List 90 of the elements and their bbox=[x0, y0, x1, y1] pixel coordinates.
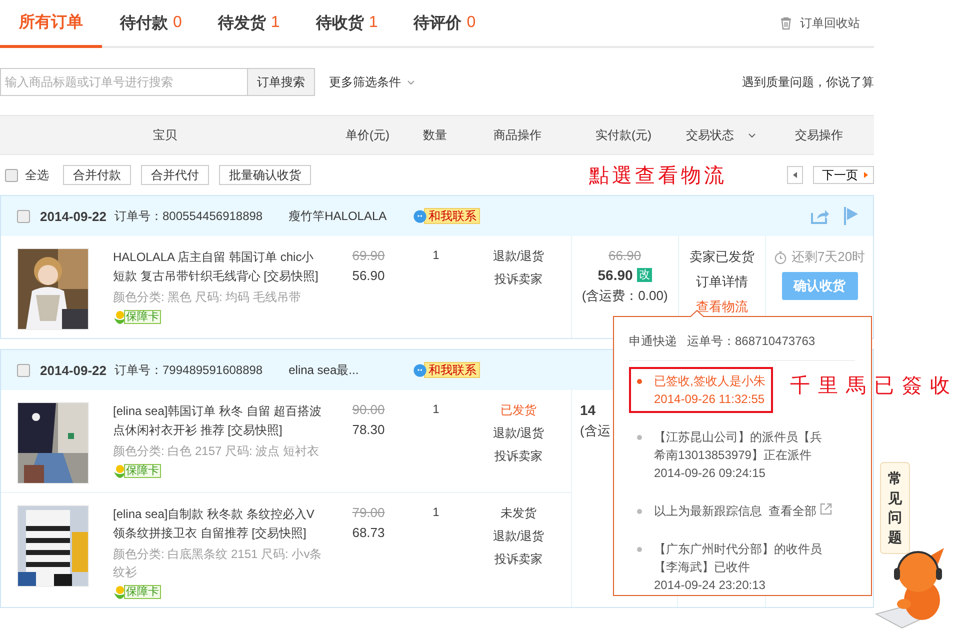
product-action-link[interactable]: 未发货 bbox=[500, 505, 536, 522]
column-header: 交易状态 bbox=[686, 126, 734, 144]
checkbox[interactable] bbox=[5, 168, 18, 182]
order-number: 订单号：799489591608898 bbox=[114, 362, 263, 378]
product-action-link[interactable]: 投诉卖家 bbox=[494, 448, 542, 465]
unit-price: 56.90 bbox=[352, 268, 385, 283]
previous-page-button[interactable] bbox=[787, 166, 803, 184]
share-icon[interactable] bbox=[811, 208, 829, 224]
more-filters-link[interactable]: 更多筛选条件 bbox=[329, 74, 401, 90]
product-spec: 颜色分类: 白色 2157 尺码: 波点 短衬衣 bbox=[113, 443, 320, 460]
checkbox[interactable] bbox=[17, 364, 30, 376]
flag-icon[interactable] bbox=[843, 207, 859, 225]
faq-tab[interactable]: 常见问题 bbox=[880, 462, 910, 554]
product-spec: 颜色分类: 白底黑条纹 2151 尺码: 小v条纹衫 bbox=[113, 546, 323, 581]
seller-link[interactable]: elina sea最... bbox=[288, 362, 401, 378]
order-date: 2014-09-22 bbox=[40, 362, 106, 378]
product-action-link[interactable]: 退款/退货 bbox=[492, 528, 544, 545]
product-action-link[interactable]: 投诉卖家 bbox=[494, 271, 542, 288]
event-time: 2014-09-26 11:32:55 bbox=[654, 391, 766, 408]
column-header: 单价(元) bbox=[346, 126, 390, 144]
column-header: 商品操作 bbox=[494, 126, 542, 144]
tracking-note: 以上为最新跟踪信息 bbox=[654, 504, 762, 518]
original-price: 90.00 bbox=[352, 402, 385, 417]
quality-note: 遇到质量问题，你说了算 bbox=[742, 74, 874, 90]
quantity: 1 bbox=[432, 402, 440, 416]
chat-bubble-icon[interactable] bbox=[412, 363, 427, 377]
order-status-link[interactable]: 订单详情 bbox=[696, 273, 748, 291]
column-header: 数量 bbox=[423, 126, 447, 144]
unit-price: 78.30 bbox=[352, 422, 385, 437]
paid-total: 14 bbox=[580, 402, 596, 418]
toolbar-button[interactable]: 合并代付 bbox=[141, 165, 209, 185]
checkbox[interactable] bbox=[17, 210, 30, 222]
quantity: 1 bbox=[432, 505, 440, 519]
view-all-link[interactable]: 查看全部 bbox=[768, 504, 817, 518]
order-tab[interactable]: 待付款 0 bbox=[102, 0, 200, 46]
product-title-link[interactable]: [elina sea]自制款 秋冬款 条纹控必入V领条纹拼接卫衣 自留推荐 [交易快照] bbox=[113, 505, 323, 543]
chat-bubble-icon[interactable] bbox=[412, 209, 427, 223]
caret-icon[interactable] bbox=[748, 132, 756, 138]
shipping-fee: (含运费：0.00) bbox=[582, 287, 668, 305]
caret-right-icon bbox=[864, 172, 868, 178]
modified-badge: 改 bbox=[636, 268, 652, 282]
select-all-label: 全选 bbox=[25, 166, 49, 184]
annotation-text: 千里馬已簽收 bbox=[790, 372, 958, 399]
caret-left-icon bbox=[793, 172, 797, 178]
column-header: 宝贝 bbox=[153, 126, 177, 144]
contact-seller-button[interactable]: 和我联系 bbox=[424, 362, 480, 378]
tracking-event: 【广东广州时代分部】的收件员【李海武】已收件 bbox=[654, 541, 823, 576]
waybill-info: 申通快递 运单号：868710473763 bbox=[629, 317, 855, 361]
order-tab[interactable]: 待评价 0 bbox=[396, 0, 494, 46]
clock-icon bbox=[774, 250, 788, 264]
seller-link[interactable]: 瘦竹竿HALOLALA bbox=[288, 208, 401, 224]
order-status-link[interactable]: 卖家已发货 bbox=[690, 248, 755, 266]
product-action-link[interactable]: 投诉卖家 bbox=[494, 551, 542, 568]
event-time: 2014-09-26 09:24:15 bbox=[654, 465, 766, 482]
order-tab[interactable]: 待收货 1 bbox=[298, 0, 396, 46]
original-total: 66.90 bbox=[608, 248, 642, 263]
countdown-text: 还剩7天20时 bbox=[791, 248, 866, 266]
search-field[interactable]: 输入商品标题或订单号进行搜索 bbox=[0, 68, 248, 96]
flower-icon bbox=[113, 585, 127, 599]
product-action-link[interactable]: 退款/退货 bbox=[492, 248, 544, 265]
flower-icon bbox=[113, 464, 127, 478]
product-action-link[interactable]: 退款/退货 bbox=[492, 425, 544, 442]
flower-icon bbox=[113, 310, 127, 324]
original-price: 69.90 bbox=[352, 248, 385, 263]
product-title-link[interactable]: HALOLALA 店主自留 韩国订单 chic小短款 复古吊带针织毛线背心 [交易快照] bbox=[113, 248, 323, 286]
tracking-event: 已签收,签收人是小朱 bbox=[654, 373, 766, 390]
order-number: 订单号：800554456918898 bbox=[114, 208, 263, 224]
contact-seller-button[interactable]: 和我联系 bbox=[424, 208, 480, 224]
external-link-icon bbox=[820, 503, 832, 515]
annotation-text: 點選查看物流 bbox=[589, 162, 727, 188]
order-date: 2014-09-22 bbox=[40, 208, 106, 224]
quantity: 1 bbox=[432, 248, 440, 262]
product-spec: 颜色分类: 黑色 尺码: 均码 毛线吊带 bbox=[113, 289, 302, 306]
trash-icon bbox=[780, 16, 792, 30]
caret-icon[interactable] bbox=[407, 80, 415, 84]
search-button[interactable]: 订单搜索 bbox=[248, 68, 315, 96]
order-tab[interactable]: 待发货 1 bbox=[200, 0, 298, 46]
toolbar-button[interactable]: 批量确认收货 bbox=[219, 165, 311, 185]
recycle-bin-link[interactable]: 订单回收站 bbox=[780, 0, 874, 46]
toolbar-button[interactable]: 合并付款 bbox=[63, 165, 131, 185]
paid-total: 56.90 bbox=[598, 267, 633, 283]
unit-price: 68.73 bbox=[352, 525, 385, 540]
next-page-button[interactable]: 下一页 bbox=[813, 166, 874, 184]
shipping-fee: (含运 bbox=[580, 422, 610, 440]
column-header: 交易操作 bbox=[795, 126, 843, 144]
product-title-link[interactable]: [elina sea]韩国订单 秋冬 自留 超百搭波点休闲衬衣开衫 推荐 [交易快照] bbox=[113, 402, 323, 440]
original-price: 79.00 bbox=[352, 505, 385, 520]
tracking-event: 【江苏昆山公司】的派件员【兵希南13013853979】正在派件 bbox=[654, 429, 823, 464]
event-time: 2014-09-24 23:20:13 bbox=[654, 577, 766, 594]
column-header: 实付款(元) bbox=[596, 126, 652, 144]
